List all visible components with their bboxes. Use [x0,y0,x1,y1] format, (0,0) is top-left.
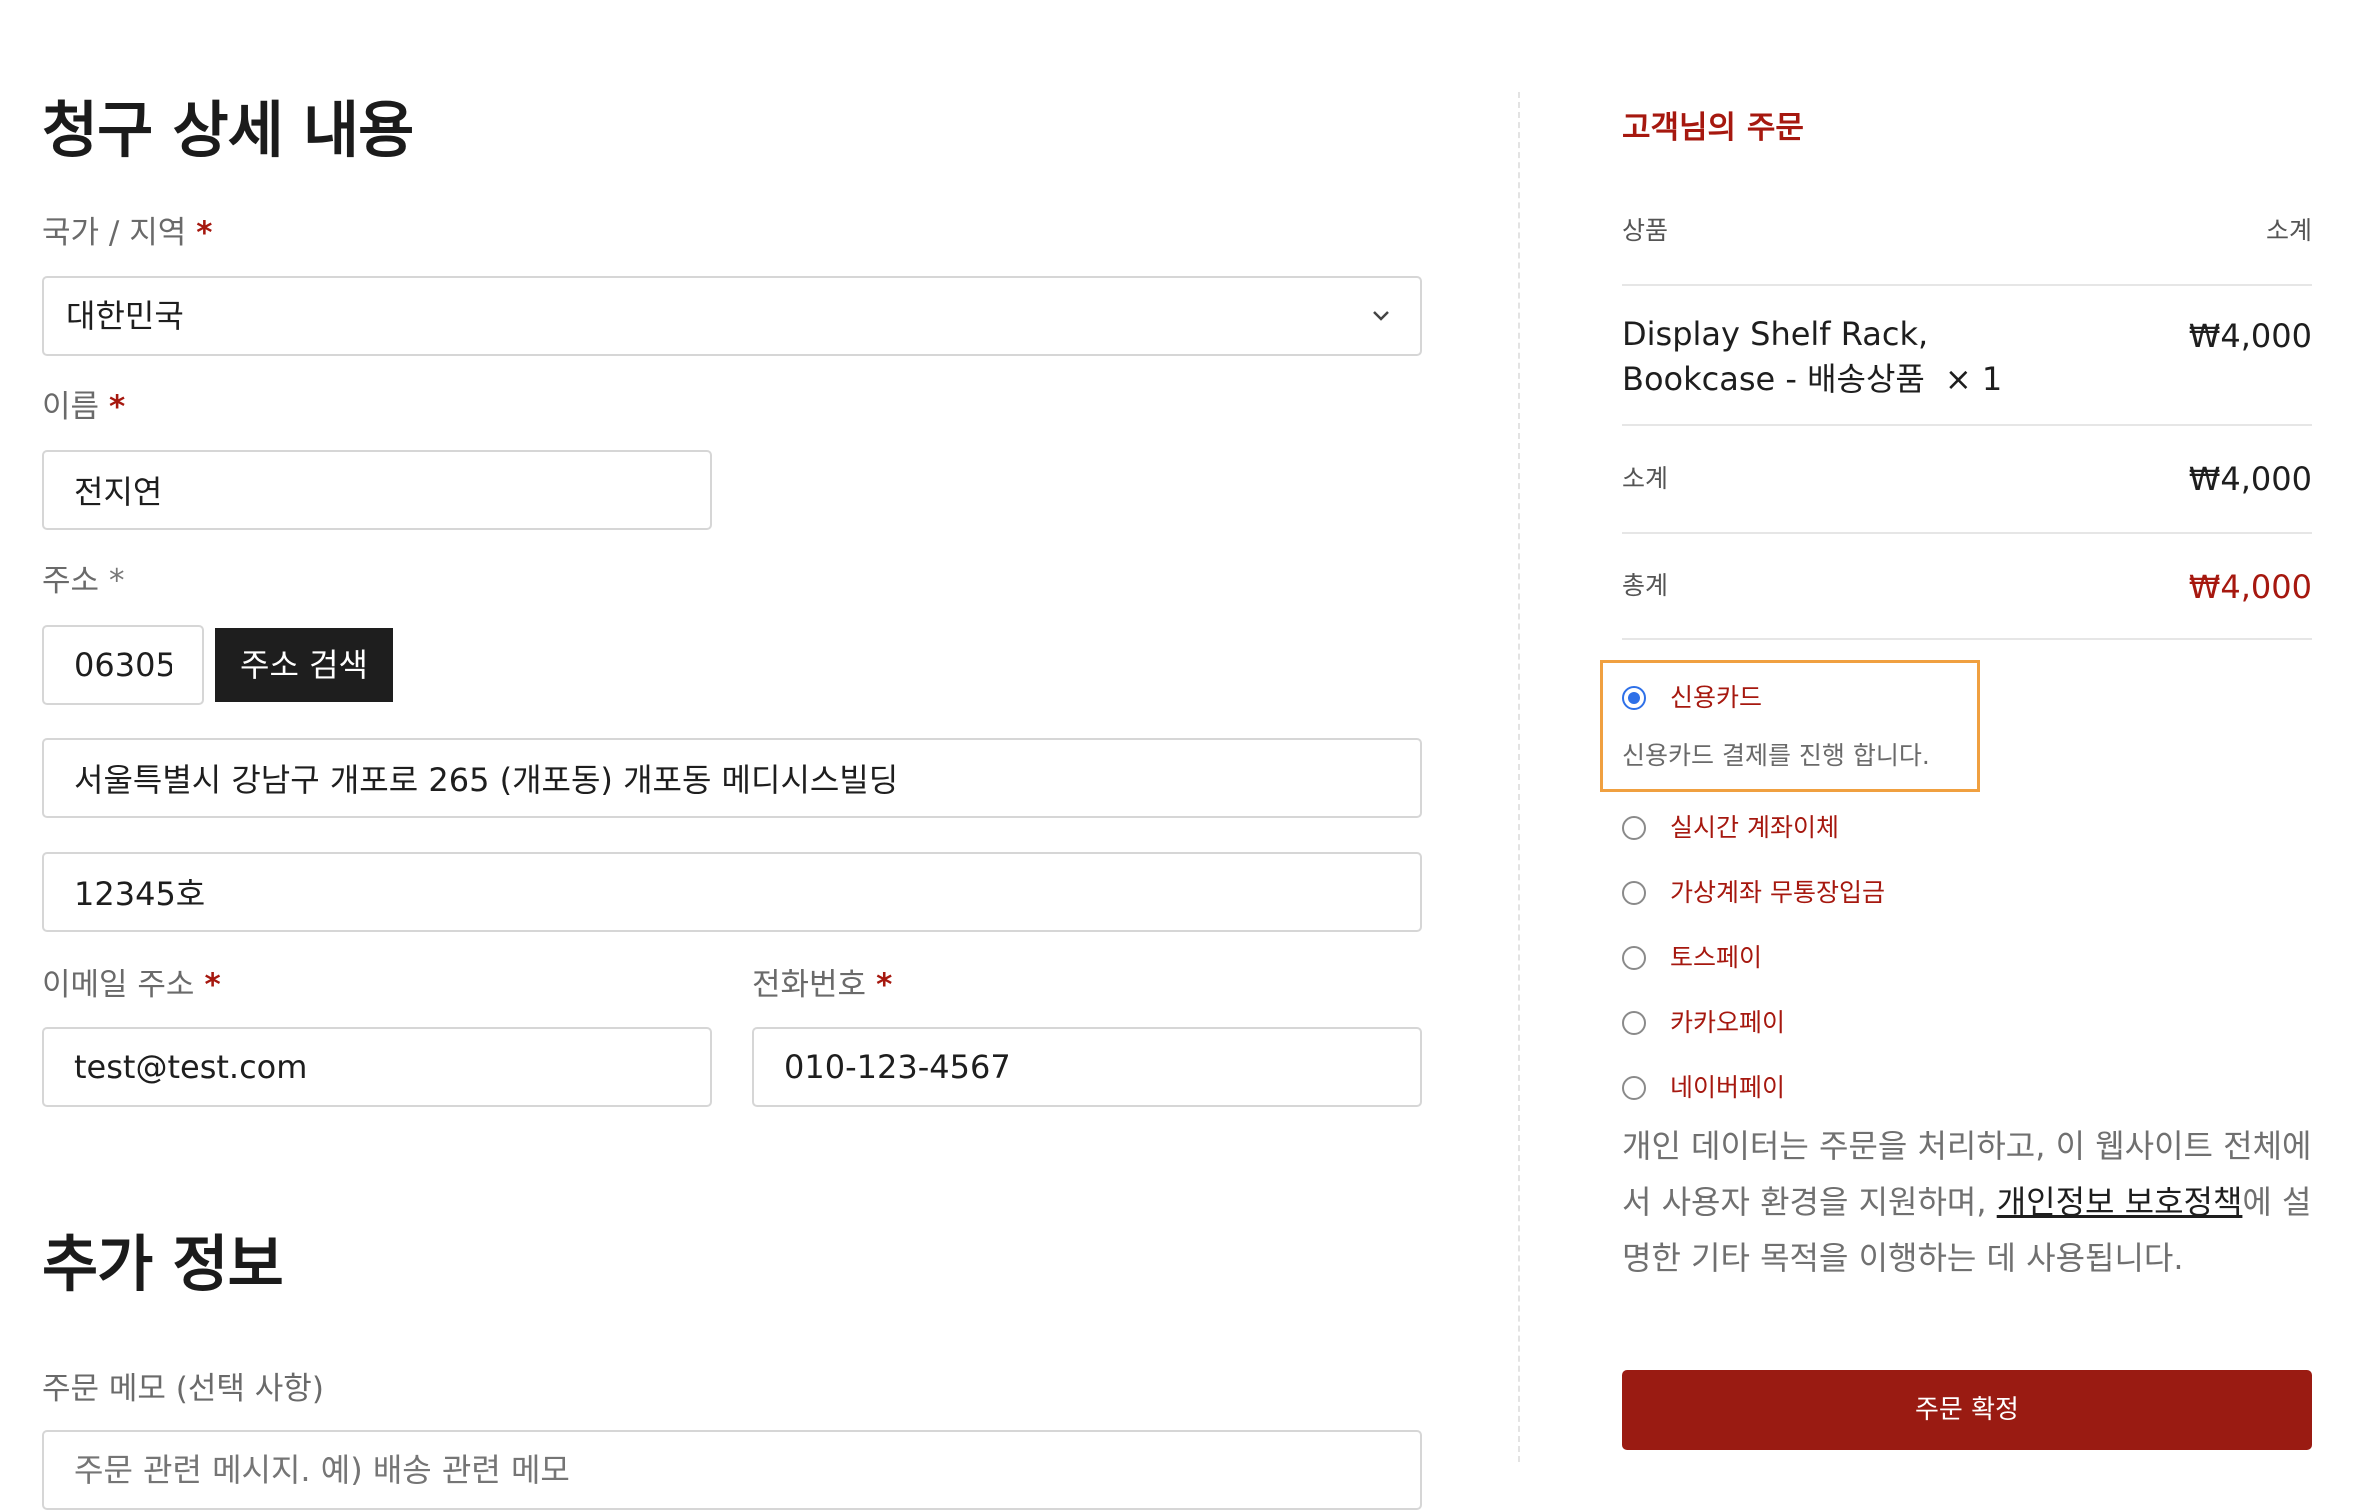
address-label: 주소 * [42,566,125,597]
radio-icon[interactable] [1622,816,1646,840]
email-label-text: 이메일 주소 [42,967,195,1003]
privacy-notice: 개인 데이터는 주문을 처리하고, 이 웹사이트 전체에서 사용자 환경을 지원… [1622,1118,2322,1286]
place-order-button[interactable]: 주문 확정 [1622,1370,2312,1450]
name-input[interactable] [44,452,710,528]
column-divider [1518,92,1520,1462]
required-mark: * [196,215,213,251]
item-name-line2: Bookcase - 배송상품 [1622,360,1925,398]
col-subtotal: 소계 [2265,216,2312,245]
radio-icon[interactable] [1622,946,1646,970]
payment-label: 신용카드 [1670,683,1763,712]
address-line1-field[interactable] [42,738,1422,818]
phone-label: 전화번호 * [752,970,892,1001]
radio-selected-icon[interactable] [1622,686,1646,710]
order-memo-label: 주문 메모 (선택 사항) [42,1371,324,1407]
required-mark: * [109,389,126,425]
subtotal-value: ₩4,000 [2188,460,2312,498]
order-divider [1622,532,2312,534]
col-product: 상품 [1622,216,1669,245]
name-field[interactable] [42,450,712,530]
country-label: 국가 / 지역 * [42,218,212,249]
subtotal-label: 소계 [1622,464,1669,493]
order-divider [1622,638,2312,640]
payment-label: 가상계좌 무통장입금 [1670,878,1885,907]
country-select[interactable]: 대한민국 [42,276,1422,356]
payment-highlight-box [1600,660,1980,792]
payment-label: 카카오페이 [1670,1008,1786,1037]
total-label: 총계 [1622,571,1669,600]
required-mark: * [876,967,893,1003]
name-label: 이름 * [42,392,125,423]
phone-field[interactable] [752,1027,1422,1107]
name-label-text: 이름 [42,389,100,425]
country-label-text: 국가 / 지역 [42,215,187,251]
privacy-policy-link[interactable]: 개인정보 보호정책 [1997,1183,2243,1221]
item-qty: × 1 [1944,360,2003,398]
payment-method-credit-card[interactable]: 신용카드 [1622,682,2122,722]
address-search-button[interactable]: 주소 검색 [215,628,393,702]
payment-label: 네이버페이 [1670,1073,1786,1102]
postcode-field[interactable] [42,625,204,705]
radio-icon[interactable] [1622,1076,1646,1100]
required-mark: * [109,563,125,599]
payment-label: 토스페이 [1670,943,1763,972]
country-select-value: 대한민국 [66,297,184,335]
payment-description: 신용카드 결제를 진행 합니다. [1622,741,1930,770]
item-name-line2-wrap: Bookcase - 배송상품 × 1 [1622,357,2222,402]
order-item: Display Shelf Rack, Bookcase - 배송상품 × 1 [1622,312,2222,402]
order-memo-field[interactable] [42,1430,1422,1510]
phone-input[interactable] [754,1029,1420,1105]
postcode-input[interactable] [44,627,202,703]
address-line2-field[interactable] [42,852,1422,932]
additional-info-title: 추가 정보 [42,1229,284,1300]
email-field[interactable] [42,1027,712,1107]
payment-label: 실시간 계좌이체 [1670,813,1839,842]
payment-method-kakaopay[interactable]: 카카오페이 [1622,1007,2122,1047]
required-mark: * [204,967,221,1003]
order-divider [1622,424,2312,426]
billing-title: 청구 상세 내용 [42,95,414,166]
payment-method-virtual-account[interactable]: 가상계좌 무통장입금 [1622,877,2122,917]
email-label: 이메일 주소 * [42,970,221,1001]
payment-method-tosspay[interactable]: 토스페이 [1622,942,2122,982]
total-value: ₩4,000 [2188,568,2312,606]
payment-method-naverpay[interactable]: 네이버페이 [1622,1072,2122,1112]
address-line1-input[interactable] [44,740,1420,816]
payment-method-bank-transfer[interactable]: 실시간 계좌이체 [1622,812,2122,852]
item-price: ₩4,000 [2188,317,2312,355]
order-divider [1622,284,2312,286]
item-name-line1: Display Shelf Rack, [1622,315,1929,353]
radio-icon[interactable] [1622,881,1646,905]
email-input[interactable] [44,1029,710,1105]
order-title: 고객님의 주문 [1622,110,1804,146]
address-label-text: 주소 [42,563,100,599]
phone-label-text: 전화번호 [752,967,867,1003]
order-memo-input[interactable] [44,1440,1420,1500]
radio-icon[interactable] [1622,1011,1646,1035]
chevron-down-icon [1373,311,1389,321]
address-line2-input[interactable] [44,854,1420,930]
